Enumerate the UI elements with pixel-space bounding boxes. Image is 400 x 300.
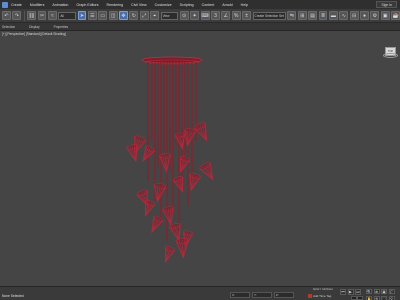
app-logo-icon[interactable] <box>2 1 8 8</box>
time-tag-icon[interactable] <box>308 294 312 298</box>
keyboard-shortcut-override-icon[interactable]: ⌨ <box>200 11 210 20</box>
menu-create[interactable]: Create <box>11 3 22 7</box>
z-coordinate-field[interactable]: Z: <box>274 292 294 298</box>
viewport-navigation-controls: 🔍 ⊕ ▣ ◸ ✋ ⟲ ⬚ ⚲ <box>366 289 398 300</box>
render-setup-icon[interactable]: ⚙ <box>370 11 380 20</box>
select-scale-icon[interactable]: ⤢ <box>139 11 149 20</box>
align-icon[interactable]: ⊞ <box>297 11 307 20</box>
angle-snap-icon[interactable]: ∠ <box>221 11 231 20</box>
named-selection-sets-dropdown[interactable]: Create Selection Set <box>252 11 286 20</box>
menu-arnold[interactable]: Arnold <box>222 3 232 7</box>
redo-icon[interactable]: ↷ <box>12 11 22 20</box>
menu-customize[interactable]: Customize <box>155 3 172 7</box>
field-of-view-icon[interactable]: ◸ <box>388 289 395 294</box>
grid-size-readout: Grid = 10.0mm <box>313 287 333 291</box>
toggle-ribbon-icon[interactable]: ▬ <box>328 11 338 20</box>
coordinate-display: X: Y: Z: <box>230 292 294 298</box>
menu-content[interactable]: Content <box>202 3 215 7</box>
rendered-frame-window-icon[interactable]: ▣ <box>380 11 390 20</box>
ribbon-tab-selection[interactable]: Selection <box>2 25 15 29</box>
main-toolbar: ↶ ↷ ⛓ ✂ ≈ All ➤ ☰ ▭ ◫ ✥ ↻ ⤢ ⌖ View ⊙ ✦ ⌨… <box>0 9 400 23</box>
select-object-icon[interactable]: ➤ <box>77 11 87 20</box>
menu-animation[interactable]: Animation <box>52 3 68 7</box>
pendant-shade <box>153 183 167 203</box>
bind-space-warp-icon[interactable]: ≈ <box>47 11 57 20</box>
pendant-shade <box>162 206 174 226</box>
orbit-icon[interactable]: ⟲ <box>373 295 380 300</box>
selection-filter-dropdown[interactable]: All <box>58 11 77 20</box>
pendant-shade <box>172 176 184 193</box>
toolbar-divider <box>23 10 25 21</box>
select-manipulate-icon[interactable]: ✦ <box>190 11 200 20</box>
menu-bar: Create Modifiers Animation Graph Editors… <box>0 0 400 9</box>
pan-icon[interactable]: ✋ <box>366 295 372 300</box>
playback-controls: ⏮ ▶ ⏭ <box>340 289 361 295</box>
undo-icon[interactable]: ↶ <box>2 11 11 20</box>
schematic-view-icon[interactable]: ⊟ <box>349 11 359 20</box>
toggle-layer-explorer-icon[interactable]: ≣ <box>318 11 328 20</box>
menu-modifiers[interactable]: Modifiers <box>30 3 45 7</box>
play-icon[interactable]: ▶ <box>347 289 354 295</box>
render-production-icon[interactable]: ☕ <box>391 11 400 20</box>
select-move-icon[interactable]: ✥ <box>119 11 128 20</box>
menu-graph-editors[interactable]: Graph Editors <box>76 3 98 7</box>
mirror-icon[interactable]: ⇋ <box>287 11 297 20</box>
y-coordinate-field[interactable]: Y: <box>252 292 272 298</box>
material-editor-icon[interactable]: ● <box>360 11 369 20</box>
select-by-name-icon[interactable]: ☰ <box>87 11 97 20</box>
selection-info: None Selected <box>2 294 24 298</box>
perspective-viewport[interactable]: [+] [Perspective] [Standard] [Default Sh… <box>0 31 400 286</box>
window-crossing-icon[interactable]: ◫ <box>108 11 118 20</box>
menu-civil-view[interactable]: Civil View <box>131 3 147 7</box>
reference-coordinate-dropdown[interactable]: View <box>160 11 179 20</box>
zoom-icon[interactable]: 🔍 <box>366 289 372 294</box>
status-bar: None Selected X: Y: Z: Grid = 10.0mm Add… <box>0 286 400 300</box>
ribbon-bar: Selection Display Properties <box>0 23 400 31</box>
zoom-all-icon[interactable]: ⊕ <box>373 289 380 294</box>
link-icon[interactable]: ⛓ <box>27 11 37 20</box>
placement-icon[interactable]: ⌖ <box>150 11 160 20</box>
menu-help[interactable]: Help <box>241 3 248 7</box>
pivot-center-icon[interactable]: ⊙ <box>179 11 189 20</box>
menu-rendering[interactable]: Rendering <box>107 3 124 7</box>
go-to-start-icon[interactable]: ⏮ <box>340 289 346 295</box>
ribbon-tab-display[interactable]: Display <box>29 25 39 29</box>
walkthrough-icon[interactable]: ⚲ <box>388 295 395 300</box>
pendant-shade <box>144 200 156 217</box>
spinner-snap-icon[interactable]: ± <box>242 11 252 20</box>
pendant-shade <box>199 162 214 181</box>
toggle-scene-explorer-icon[interactable]: ▤ <box>308 11 318 20</box>
rectangular-selection-icon[interactable]: ▭ <box>98 11 108 20</box>
chandelier-model[interactable] <box>0 31 400 286</box>
snaps-toggle-icon[interactable]: 3 <box>211 11 220 20</box>
pendant-shade <box>142 145 155 162</box>
unlink-icon[interactable]: ✂ <box>37 11 47 20</box>
current-frame-field[interactable]: 0 <box>351 296 363 300</box>
select-rotate-icon[interactable]: ↻ <box>129 11 139 20</box>
go-to-end-icon[interactable]: ⏭ <box>355 289 361 295</box>
zoom-extents-icon[interactable]: ▣ <box>381 289 387 294</box>
x-coordinate-field[interactable]: X: <box>230 292 250 298</box>
maximize-viewport-icon[interactable]: ⬚ <box>381 295 387 300</box>
percent-snap-icon[interactable]: % <box>231 11 241 20</box>
ribbon-tab-properties[interactable]: Properties <box>54 25 69 29</box>
pendant-shade <box>164 246 176 263</box>
menu-scripting[interactable]: Scripting <box>180 3 194 7</box>
curve-editor-icon[interactable]: ∿ <box>339 11 349 20</box>
pendant-shade <box>175 238 189 259</box>
add-time-tag-button[interactable]: Add Time Tag <box>313 294 331 298</box>
sign-in-button[interactable]: Sign In <box>376 1 397 8</box>
